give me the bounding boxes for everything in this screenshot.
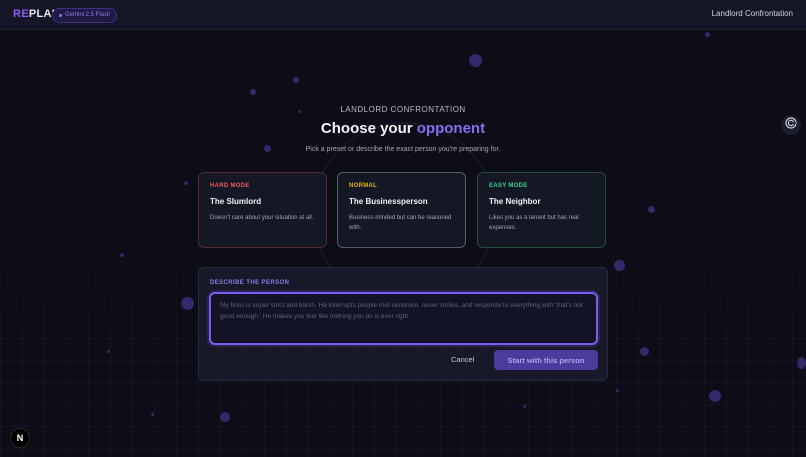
particle (293, 77, 299, 83)
app-logo[interactable]: REPLAI (13, 8, 55, 20)
model-badge: Gemini 2.5 Flash (52, 8, 118, 23)
headline-prefix: Choose your (320, 120, 413, 137)
describe-person-input[interactable] (209, 292, 598, 345)
card-description: Business-minded but can be reasoned with… (349, 215, 452, 231)
side-action-button[interactable] (781, 115, 801, 135)
card-description: Doesn't care about your situation at all… (210, 215, 314, 221)
opponent-card-slumlord[interactable]: HARD MODE The Slumlord Doesn't care abou… (198, 172, 327, 248)
particle (523, 405, 526, 408)
cancel-button[interactable]: Cancel (451, 355, 474, 364)
particle (648, 206, 655, 213)
describe-person-panel: DESCRIBE THE PERSON Cancel Start with th… (198, 267, 608, 381)
particle (614, 260, 625, 271)
scenario-eyebrow: LANDLORD CONFRONTATION (340, 105, 466, 114)
particle (616, 389, 619, 392)
n-logo-icon[interactable]: N (10, 428, 30, 448)
particle (705, 32, 710, 37)
particle (120, 253, 124, 257)
particle (250, 89, 256, 95)
particle (107, 350, 110, 353)
dot-icon (59, 14, 62, 17)
card-description: Likes you as a tenant but has real expen… (489, 215, 579, 231)
target-icon (785, 116, 797, 134)
opponent-card-businessperson[interactable]: NORMAL The Businessperson Business-minde… (337, 172, 466, 248)
describe-label: DESCRIBE THE PERSON (210, 280, 290, 286)
card-title: The Neighbor (489, 197, 541, 206)
card-mode: EASY MODE (489, 183, 528, 189)
card-title: The Slumlord (210, 197, 262, 206)
subtitle: Pick a preset or describe the exact pers… (305, 146, 501, 153)
opponent-card-neighbor[interactable]: EASY MODE The Neighbor Likes you as a te… (477, 172, 606, 248)
top-bar: REPLAI Gemini 2.5 Flash Landlord Confron… (0, 0, 806, 30)
particle (797, 357, 806, 369)
particle (220, 412, 230, 422)
particle (181, 297, 194, 310)
particle (709, 390, 721, 402)
page-title: Landlord Confrontation (711, 9, 793, 18)
model-badge-label: Gemini 2.5 Flash (65, 12, 111, 18)
card-mode: NORMAL (349, 183, 378, 189)
headline: Choose your opponent (0, 120, 806, 137)
particle (184, 181, 188, 185)
particle (151, 413, 154, 416)
card-mode: HARD MODE (210, 183, 250, 189)
particle (640, 347, 649, 356)
logo-prefix: RE (13, 8, 29, 20)
start-with-person-button[interactable]: Start with this person (494, 350, 598, 370)
card-title: The Businessperson (349, 197, 428, 206)
particle (469, 54, 482, 67)
headline-accent: opponent (416, 120, 486, 137)
